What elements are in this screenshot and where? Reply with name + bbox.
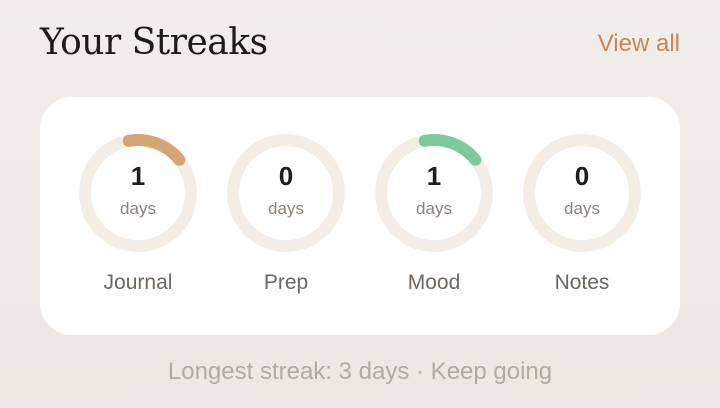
streak-label: Notes xyxy=(554,271,610,294)
streak-prep[interactable]: 0 days Prep xyxy=(226,133,346,295)
streak-ring: 1 days xyxy=(374,133,494,253)
streak-ring: 0 days xyxy=(522,133,642,253)
streak-unit: days xyxy=(416,199,452,218)
streak-value: 1 xyxy=(130,161,146,191)
ring-progress xyxy=(79,134,197,252)
streak-label: Mood xyxy=(407,271,461,294)
page-title: Your Streaks xyxy=(40,21,268,63)
streak-journal[interactable]: 1 days Journal xyxy=(78,133,198,295)
streak-value: 0 xyxy=(278,161,294,191)
streak-value: 1 xyxy=(426,161,442,191)
longest-streak-text: Longest streak: 3 days · Keep going xyxy=(167,358,553,385)
ring-track xyxy=(523,134,641,252)
streak-mood[interactable]: 1 days Mood xyxy=(374,133,494,295)
streak-label: Journal xyxy=(103,271,173,294)
streak-ring: 0 days xyxy=(226,133,346,253)
streak-unit: days xyxy=(268,199,304,218)
streak-label: Prep xyxy=(263,271,309,294)
streak-notes[interactable]: 0 days Notes xyxy=(522,133,642,295)
streak-unit: days xyxy=(564,199,600,218)
streaks-card: 1 days Journal 0 days Prep 1 days Mood 0… xyxy=(40,97,680,335)
view-all-link[interactable]: View all xyxy=(598,30,680,58)
streak-value: 0 xyxy=(574,161,590,191)
ring-track xyxy=(227,134,345,252)
streak-unit: days xyxy=(120,199,156,218)
ring-progress xyxy=(375,134,493,252)
streaks-header: Your Streaks View all xyxy=(40,16,680,68)
streak-ring: 1 days xyxy=(78,133,198,253)
